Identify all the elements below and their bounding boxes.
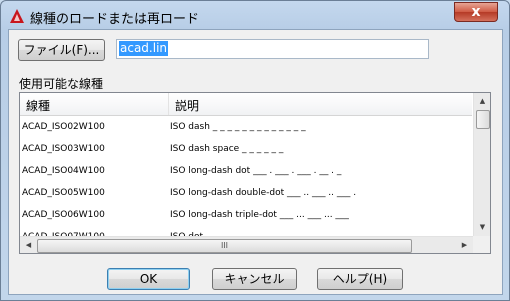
autocad-app-icon (10, 9, 24, 23)
title-bar[interactable]: 線種のロードまたは再ロード x (1, 1, 509, 31)
linetype-name: ACAD_ISO03W100 (22, 144, 105, 154)
vertical-scrollbar[interactable]: ▲ ▼ (473, 93, 490, 236)
ok-button[interactable]: OK (107, 268, 190, 290)
scrollbar-corner (473, 236, 490, 253)
scroll-up-icon[interactable]: ▲ (474, 93, 490, 110)
linetype-name: ACAD_ISO02W100 (22, 122, 105, 132)
vertical-scroll-thumb[interactable] (476, 110, 490, 129)
dialog-body: ファイル(F)... acad.lin 使用可能な線種 線種 説明 ACAD_I… (8, 29, 503, 295)
list-item[interactable]: ACAD_ISO04W100 ISO long-dash dot ___ . _… (20, 160, 472, 182)
linetype-description: ISO long-dash dot ___ . ___ . ___ . __ .… (170, 166, 342, 176)
horizontal-scroll-thumb[interactable]: III (37, 239, 412, 253)
cancel-button[interactable]: キャンセル (212, 268, 297, 290)
linetype-description: ISO long-dash double-dot ___ .. ___ .. _… (170, 188, 357, 198)
close-button[interactable]: x (454, 2, 498, 22)
list-item[interactable]: ACAD_ISO03W100 ISO dash space _ _ _ _ _ … (20, 138, 472, 160)
column-divider[interactable] (168, 93, 169, 115)
file-name-value: acad.lin (119, 41, 169, 56)
linetype-name: ACAD_ISO04W100 (22, 166, 105, 176)
help-button[interactable]: ヘルプ(H) (317, 268, 403, 290)
list-header: 線種 説明 (20, 93, 472, 116)
linetype-name: ACAD_ISO05W100 (22, 188, 105, 198)
list-item[interactable]: ACAD_ISO06W100 ISO long-dash triple-dot … (20, 204, 472, 226)
linetype-description: ISO dash _ _ _ _ _ _ _ _ _ _ _ _ _ (170, 122, 306, 132)
scroll-down-icon[interactable]: ▼ (474, 219, 490, 236)
dialog-window: 線種のロードまたは再ロード x ファイル(F)... acad.lin 使用可能… (0, 0, 510, 301)
file-button[interactable]: ファイル(F)... (18, 39, 105, 61)
available-linetypes-label: 使用可能な線種 (19, 77, 104, 91)
linetype-list[interactable]: 線種 説明 ACAD_ISO02W100 ISO dash _ _ _ _ _ … (19, 92, 491, 254)
scroll-left-icon[interactable]: ◀ (20, 237, 37, 253)
horizontal-scrollbar[interactable]: ◀ III ▶ (20, 236, 473, 253)
linetype-description: ISO dash space _ _ _ _ _ _ (170, 144, 284, 154)
column-header-description[interactable]: 説明 (175, 97, 199, 114)
linetype-name: ACAD_ISO06W100 (22, 210, 105, 220)
list-item[interactable]: ACAD_ISO02W100 ISO dash _ _ _ _ _ _ _ _ … (20, 116, 472, 138)
dialog-title: 線種のロードまたは再ロード (30, 12, 200, 27)
column-header-linetype[interactable]: 線種 (26, 97, 50, 114)
list-item[interactable]: ACAD_ISO05W100 ISO long-dash double-dot … (20, 182, 472, 204)
file-name-input[interactable]: acad.lin (116, 39, 429, 59)
linetype-description: ISO long-dash triple-dot ___ ... ___ ...… (170, 210, 349, 220)
scroll-right-icon[interactable]: ▶ (456, 237, 473, 253)
